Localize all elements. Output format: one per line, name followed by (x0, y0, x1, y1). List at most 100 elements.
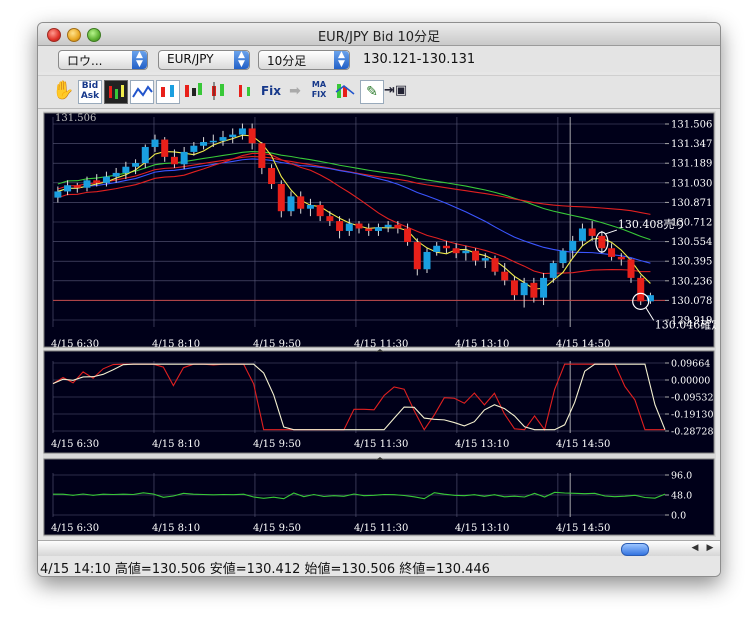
save-export-icon[interactable]: ⇥▣ (384, 80, 407, 102)
scroll-right-arrow-icon[interactable]: ▶ (703, 542, 717, 555)
candle-body (248, 128, 256, 144)
x-tick-label: 4/15 14:50 (556, 439, 610, 450)
candle-body (472, 250, 480, 261)
candle-body (423, 251, 431, 270)
line-chart-icon[interactable] (130, 80, 154, 104)
x-tick-label: 4/15 11:30 (354, 523, 408, 534)
rsi-panel[interactable]: 96.0 48.0 0.0 4/15 6:30 4/15 8:10 4/15 9:50 4/… (43, 458, 715, 536)
x-tick-label: 4/15 8:10 (152, 439, 200, 450)
chart-svg[interactable]: 131.506131.347131.189131.030130.871130.7… (43, 111, 720, 537)
candle-body (132, 163, 140, 167)
candle-up-icon[interactable] (182, 80, 204, 102)
candle-body (442, 245, 450, 249)
x-tick-label: 4/15 11:30 (354, 439, 408, 450)
price-panel[interactable]: 131.506131.347131.189131.030130.871130.7… (43, 112, 720, 350)
top-left-price-label: 131.506 (55, 113, 96, 124)
y-tick-label: 96.0 (671, 471, 692, 482)
candle-body (93, 180, 101, 183)
y-tick-label: 130.078 (671, 296, 712, 307)
hand-tool-icon[interactable]: ✋ (52, 80, 74, 102)
candle-body (200, 142, 208, 146)
candle-body (384, 224, 392, 228)
popup-arrows-icon: ▲ ▼ (334, 51, 349, 69)
x-tick-label: 4/15 8:10 (152, 523, 200, 534)
status-bar: 4/15 14:10 高値=130.506 安値=130.412 始値=130.… (38, 556, 720, 576)
candle-body (530, 282, 538, 298)
indicator-icon[interactable] (334, 80, 356, 102)
candle-narrow-icon[interactable] (234, 80, 256, 102)
chart-area: 131.506 131.347 131.189 131.030 130.871 130.7… (43, 111, 720, 537)
selector-toolbar: ロウ... ▲ ▼ EUR/JPY ▲ ▼ 10分足 ▲ ▼ 130.121-130.… (38, 46, 720, 72)
x-tick-label: 4/15 8:10 (152, 339, 200, 350)
candle-body (102, 176, 110, 183)
candle-body (112, 172, 120, 177)
y-tick-label: 48.0 (671, 491, 692, 502)
ohlc-readout: 4/15 14:10 高値=130.506 安値=130.412 始値=130.… (40, 562, 490, 577)
chart-window: EUR/JPY Bid 10分足 ロウ... ▲ ▼ EUR/JPY ▲ ▼ 10分… (37, 22, 721, 577)
oscillator-panel[interactable]: 0.09664 0.00000 -0.09532 -0.19130 -0.28728 4/… (43, 350, 715, 454)
candle-body (510, 280, 518, 296)
y-tick-label: 0.00000 (671, 376, 710, 387)
scroll-thumb[interactable] (621, 543, 649, 556)
annotation-label: 130.046確定 (655, 317, 716, 331)
candle-body (481, 258, 489, 261)
popup-arrows-icon: ▲ ▼ (132, 51, 147, 69)
chart-style-icon[interactable] (104, 80, 128, 104)
y-tick-label: 130.554 (671, 237, 712, 248)
candle-body (627, 259, 635, 278)
currency-pair-value: EUR/JPY (167, 52, 214, 66)
annotation-label: 130.408売り (618, 218, 686, 231)
candle-body (73, 185, 81, 188)
candle-body (559, 250, 567, 264)
pencil-draw-icon[interactable]: ✎ (360, 80, 384, 104)
candle-body (394, 224, 402, 229)
candle-body (122, 166, 130, 173)
candle-body (608, 248, 616, 257)
candle-body (83, 180, 91, 188)
candle-body (433, 245, 441, 252)
interval-value: 10分足 (267, 54, 307, 68)
y-tick-label: 130.395 (671, 257, 712, 268)
x-tick-label: 4/15 11:30 (354, 339, 408, 350)
candle-body (277, 184, 285, 212)
scroll-left-arrow-icon[interactable]: ◀ (688, 542, 702, 555)
ma-fix-icon[interactable]: MA FIX (308, 80, 330, 102)
x-tick-label: 4/15 9:50 (253, 339, 301, 350)
fix-icon[interactable]: Fix (260, 80, 282, 102)
candle-body (151, 139, 159, 147)
bid-ask-icon[interactable]: Bid Ask (78, 80, 102, 104)
candle-body (501, 271, 509, 281)
candle-body (306, 205, 314, 209)
candle-body (219, 137, 227, 141)
y-tick-label: 131.506 (671, 120, 712, 131)
candle-body (588, 228, 596, 236)
candle-chart-icon[interactable] (156, 80, 180, 104)
y-tick-label: 131.189 (671, 159, 712, 170)
candle-body (355, 223, 363, 229)
candle-body (345, 223, 353, 231)
candle-body (452, 248, 460, 254)
candle-body (404, 228, 412, 243)
interval-select[interactable]: 10分足 ▲ ▼ (258, 50, 350, 70)
candle-body (258, 143, 266, 168)
horizontal-scrollbar[interactable]: ◀ ▶ (38, 540, 720, 556)
x-tick-label: 4/15 6:30 (51, 339, 99, 350)
candle-body (374, 227, 382, 231)
y-tick-label: 0.09664 (671, 359, 710, 370)
candle-body (462, 250, 470, 254)
title-bar[interactable]: EUR/JPY Bid 10分足 (38, 23, 720, 46)
candle-body (54, 191, 62, 198)
y-tick-label: -0.28728 (671, 427, 714, 438)
y-tick-label: 0.0 (671, 511, 686, 522)
candle-body (316, 205, 324, 217)
candle-body (569, 240, 577, 251)
candle-down-icon[interactable] (208, 80, 230, 102)
candle-body (161, 139, 169, 157)
chart-type-select[interactable]: ロウ... ▲ ▼ (58, 50, 148, 70)
candle-body (180, 151, 188, 165)
y-tick-label: 130.871 (671, 198, 712, 209)
currency-pair-select[interactable]: EUR/JPY ▲ ▼ (158, 50, 250, 70)
x-tick-label: 4/15 14:50 (556, 339, 610, 350)
candle-body (209, 140, 217, 143)
window-title: EUR/JPY Bid 10分足 (317, 30, 441, 45)
